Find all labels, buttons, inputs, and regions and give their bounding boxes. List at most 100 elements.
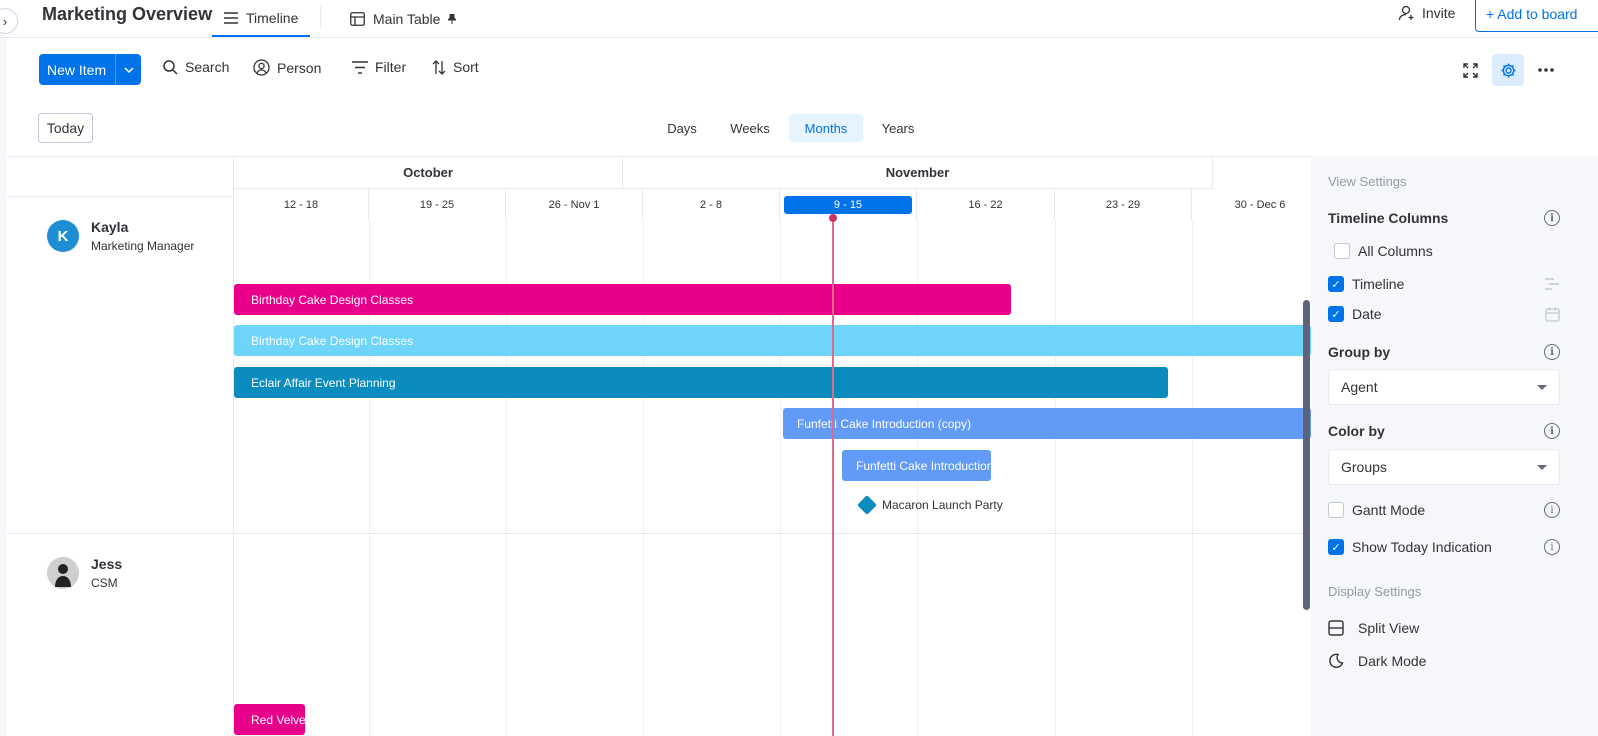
display-settings-title: Display Settings xyxy=(1328,584,1422,599)
grid-line xyxy=(1055,221,1056,736)
scale-weeks[interactable]: Weeks xyxy=(723,114,777,142)
fullscreen-button[interactable] xyxy=(1454,54,1486,86)
color-by-select[interactable]: Groups xyxy=(1328,449,1560,485)
today-button[interactable]: Today xyxy=(38,113,93,143)
chevron-down-icon[interactable] xyxy=(115,54,141,85)
week-header-current: 9 - 15 xyxy=(780,189,917,221)
milestone-label: Macaron Launch Party xyxy=(882,498,1003,512)
filter-icon xyxy=(352,60,368,74)
today-indicator-dot xyxy=(829,214,837,222)
invite-button[interactable]: Invite xyxy=(1398,4,1455,22)
gantt-mode-option[interactable]: Gantt Mode i xyxy=(1328,502,1560,518)
color-by-row: Color by i xyxy=(1328,423,1560,439)
add-to-board-button[interactable]: + Add to board xyxy=(1475,0,1598,32)
timeline-column-option[interactable]: ✓ Timeline xyxy=(1328,276,1560,292)
week-header: 30 - Dec 6 xyxy=(1192,189,1311,221)
moon-icon xyxy=(1329,653,1344,668)
search-icon xyxy=(163,59,178,75)
view-settings-panel: View Settings Timeline Columns i All Col… xyxy=(1311,156,1598,736)
checkbox[interactable] xyxy=(1334,243,1350,259)
group-by-value: Agent xyxy=(1341,379,1378,395)
timeline-label: Timeline xyxy=(1352,276,1405,292)
sort-button[interactable]: Sort xyxy=(432,59,479,75)
avatar: K xyxy=(47,220,79,252)
new-item-label: New Item xyxy=(47,61,107,78)
group-header-jess[interactable]: Jess CSM xyxy=(47,556,122,590)
info-icon[interactable]: i xyxy=(1544,502,1560,518)
timeline-bar[interactable]: Red Velvet xyxy=(234,704,305,735)
checkbox-checked[interactable]: ✓ xyxy=(1328,306,1344,322)
week-header: 26 - Nov 1 xyxy=(506,189,643,221)
timeline-grid: October November 12 - 18 19 - 25 26 - No… xyxy=(7,156,1311,736)
board-title: Marketing Overview xyxy=(42,4,213,24)
expand-icon xyxy=(1462,62,1478,78)
group-header-kayla[interactable]: K Kayla Marketing Manager xyxy=(47,219,194,253)
group-by-title: Group by xyxy=(1328,344,1391,360)
date-column-option[interactable]: ✓ Date xyxy=(1328,306,1560,322)
group-by-select[interactable]: Agent xyxy=(1328,369,1560,405)
person-icon xyxy=(253,59,270,76)
info-icon[interactable]: i xyxy=(1544,423,1560,439)
tab-label: Main Table xyxy=(373,10,441,27)
checkbox-checked[interactable]: ✓ xyxy=(1328,276,1344,292)
checkbox-checked[interactable]: ✓ xyxy=(1328,539,1344,555)
milestone[interactable]: Macaron Launch Party xyxy=(857,495,1003,515)
calendar-icon xyxy=(1545,307,1560,322)
add-to-board-label: + Add to board xyxy=(1486,6,1578,22)
all-columns-label: All Columns xyxy=(1358,243,1433,259)
timeline-bar[interactable]: Birthday Cake Design Classes xyxy=(234,325,1311,356)
add-person-icon xyxy=(1398,5,1414,21)
timeline-columns-title: Timeline Columns xyxy=(1328,210,1449,226)
search-button[interactable]: Search xyxy=(163,59,229,75)
info-icon[interactable]: i xyxy=(1544,210,1560,226)
current-week-label: 9 - 15 xyxy=(784,196,912,214)
chevron-down-icon xyxy=(1537,464,1547,470)
view-settings-title: View Settings xyxy=(1328,174,1407,189)
scale-years[interactable]: Years xyxy=(873,114,923,142)
more-options-button[interactable] xyxy=(1530,54,1562,86)
month-header-october: October xyxy=(234,157,623,189)
week-header: 23 - 29 xyxy=(1055,189,1192,221)
today-indicator xyxy=(832,217,834,736)
info-icon[interactable]: i xyxy=(1544,539,1560,555)
expand-sidebar-icon[interactable]: › xyxy=(0,8,18,34)
vertical-scrollbar[interactable] xyxy=(1303,300,1310,610)
checkbox[interactable] xyxy=(1328,502,1344,518)
group-role: Marketing Manager xyxy=(91,239,195,253)
timeline-bar[interactable]: Eclair Affair Event Planning xyxy=(234,367,1168,398)
info-icon[interactable]: i xyxy=(1544,344,1560,360)
pin-icon xyxy=(448,13,457,24)
settings-button[interactable] xyxy=(1492,54,1524,86)
timeline-bar[interactable]: Funfetti Cake Introduction (copy) xyxy=(783,408,1311,439)
tab-timeline[interactable]: Timeline xyxy=(212,0,311,37)
timeline-bar[interactable]: Funfetti Cake Introduction xyxy=(842,450,991,481)
dark-mode-option[interactable]: Dark Mode xyxy=(1328,653,1426,669)
board-toolbar: New Item Search Person Filter Sort Today… xyxy=(7,38,1598,156)
chevron-down-icon xyxy=(1537,384,1547,390)
color-by-value: Groups xyxy=(1341,459,1387,475)
timeline-bar[interactable]: Birthday Cake Design Classes xyxy=(234,284,1011,315)
tab-main-table[interactable]: Main Table xyxy=(338,0,468,37)
list-icon xyxy=(224,11,238,24)
week-header: 12 - 18 xyxy=(234,189,369,221)
top-header: › Marketing Overview Timeline Main Table… xyxy=(0,0,1598,38)
new-item-button[interactable]: New Item xyxy=(39,54,141,85)
scale-months[interactable]: Months xyxy=(789,114,863,142)
timeline-columns-row: Timeline Columns i xyxy=(1328,210,1560,226)
split-view-option[interactable]: Split View xyxy=(1328,620,1419,636)
show-today-option[interactable]: ✓ Show Today Indication i xyxy=(1328,539,1560,555)
person-filter-button[interactable]: Person xyxy=(253,59,321,76)
header-divider xyxy=(7,196,234,197)
search-label: Search xyxy=(185,59,230,75)
split-view-icon xyxy=(1328,620,1344,636)
filter-button[interactable]: Filter xyxy=(352,59,406,75)
week-header: 19 - 25 xyxy=(369,189,506,221)
more-dots-icon xyxy=(1538,68,1554,72)
all-columns-option[interactable]: All Columns xyxy=(1334,243,1566,259)
gear-icon xyxy=(1501,63,1515,77)
dark-mode-label: Dark Mode xyxy=(1358,653,1427,669)
month-header-november: November xyxy=(623,157,1213,189)
scale-days[interactable]: Days xyxy=(657,114,707,142)
week-header: 16 - 22 xyxy=(917,189,1055,221)
group-divider xyxy=(7,533,1311,534)
